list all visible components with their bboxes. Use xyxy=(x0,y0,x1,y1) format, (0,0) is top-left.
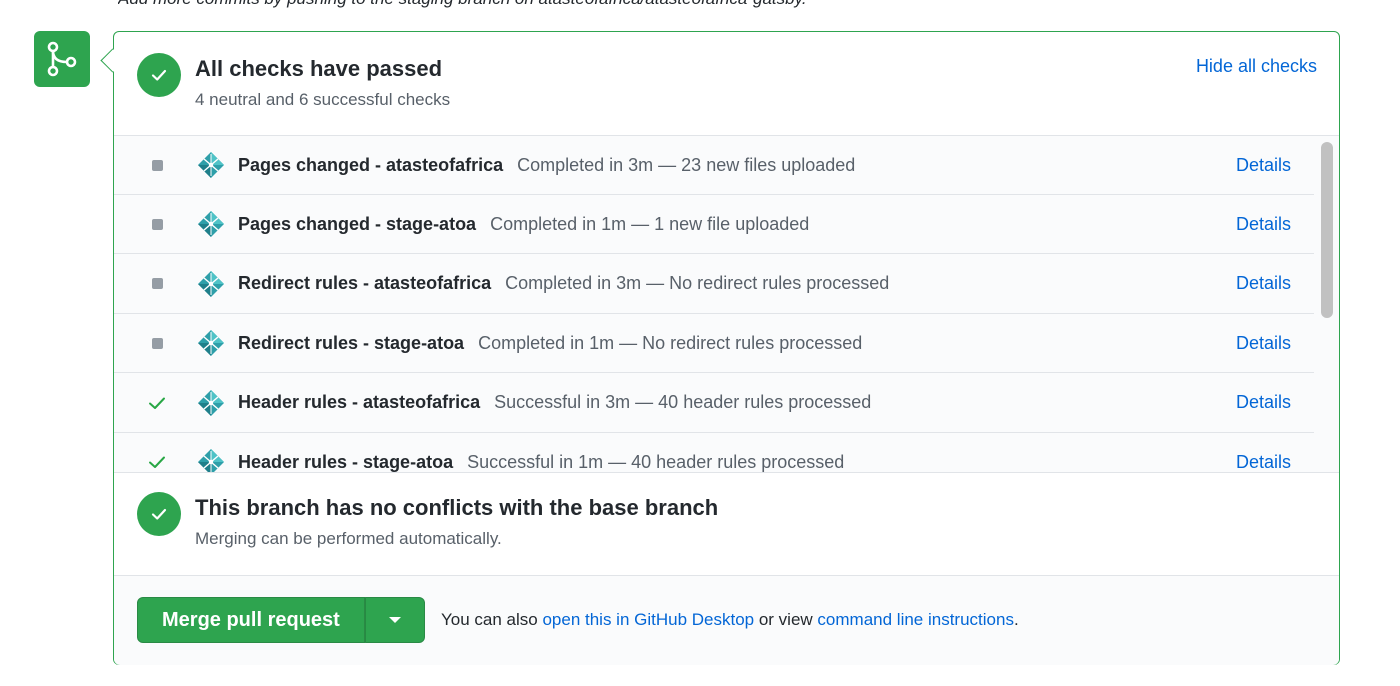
check-row: Redirect rules - stage-atoa Completed in … xyxy=(114,314,1314,374)
cut-off-top-text: Add more commits by pushing to the stagi… xyxy=(118,0,1378,9)
neutral-status-icon xyxy=(147,274,167,294)
git-merge-icon xyxy=(34,31,90,87)
check-name: Redirect rules - atasteofafrica xyxy=(238,273,492,294)
netlify-icon xyxy=(196,328,226,358)
merge-box: All checks have passed 4 neutral and 6 s… xyxy=(113,31,1340,665)
no-conflicts-icon xyxy=(137,492,181,536)
check-description: Completed in 3m — No redirect rules proc… xyxy=(505,273,890,294)
help-text-suffix: . xyxy=(1013,610,1019,629)
checks-subtitle: 4 neutral and 6 successful checks xyxy=(195,90,451,109)
neutral-status-icon xyxy=(147,214,167,234)
check-row: Header rules - atasteofafrica Successful … xyxy=(114,373,1314,433)
success-check-icon xyxy=(147,393,167,413)
check-row: Pages changed - stage-atoa Completed in 1… xyxy=(114,195,1314,255)
check-name: Header rules - atasteofafrica xyxy=(238,392,481,413)
help-text-middle: or view xyxy=(754,610,818,629)
neutral-status-icon xyxy=(147,333,167,353)
check-description: Successful in 1m — 40 header rules proce… xyxy=(467,451,845,472)
check-text: Header rules - stage-atoa Successful in 1… xyxy=(238,452,844,473)
netlify-icon xyxy=(196,209,226,239)
netlify-icon xyxy=(196,388,226,418)
details-link[interactable]: Details xyxy=(1236,214,1291,235)
check-text: Pages changed - atasteofafrica Completed … xyxy=(238,155,855,176)
check-text: Header rules - atasteofafrica Successful … xyxy=(238,392,871,413)
caret-down-icon xyxy=(388,617,401,623)
scrollbar-thumb[interactable] xyxy=(1321,142,1333,318)
details-link[interactable]: Details xyxy=(1236,273,1291,294)
checks-title: All checks have passed xyxy=(195,56,443,81)
conflicts-title: This branch has no conflicts with the ba… xyxy=(195,495,719,520)
details-link[interactable]: Details xyxy=(1236,392,1291,413)
netlify-icon xyxy=(196,447,226,472)
netlify-icon xyxy=(196,150,226,180)
check-description: Completed in 1m — 1 new file uploaded xyxy=(490,213,810,234)
details-link[interactable]: Details xyxy=(1236,452,1291,473)
merge-options-dropdown[interactable] xyxy=(364,597,425,643)
check-name: Redirect rules - stage-atoa xyxy=(238,332,465,353)
netlify-icon xyxy=(196,269,226,299)
checks-list[interactable]: Pages changed - atasteofafrica Completed … xyxy=(114,135,1339,473)
checks-scrollbar[interactable] xyxy=(1315,136,1339,472)
conflicts-subtitle: Merging can be performed automatically. xyxy=(195,529,502,548)
neutral-status-icon xyxy=(147,155,167,175)
check-row: Header rules - stage-atoa Successful in 1… xyxy=(114,433,1314,473)
merge-help-text: You can also open this in GitHub Desktop… xyxy=(441,610,1019,630)
success-check-icon xyxy=(147,452,167,472)
check-text: Redirect rules - stage-atoa Completed in … xyxy=(238,333,862,354)
check-description: Successful in 3m — 40 header rules proce… xyxy=(494,392,872,413)
check-description: Completed in 3m — 23 new files uploaded xyxy=(517,154,856,175)
check-text: Redirect rules - atasteofafrica Completed… xyxy=(238,273,889,294)
merge-button-group: Merge pull request xyxy=(137,597,425,643)
check-row: Redirect rules - atasteofafrica Completed… xyxy=(114,254,1314,314)
check-name: Header rules - stage-atoa xyxy=(238,451,454,472)
checks-passed-icon xyxy=(137,53,181,97)
check-name: Pages changed - stage-atoa xyxy=(238,213,477,234)
check-description: Completed in 1m — No redirect rules proc… xyxy=(478,332,863,353)
details-link[interactable]: Details xyxy=(1236,155,1291,176)
hide-all-checks-link[interactable]: Hide all checks xyxy=(1196,56,1317,77)
merge-footer: Merge pull request You can also open thi… xyxy=(114,575,1339,665)
open-github-desktop-link[interactable]: open this in GitHub Desktop xyxy=(542,610,754,629)
command-line-instructions-link[interactable]: command line instructions xyxy=(817,610,1014,629)
check-text: Pages changed - stage-atoa Completed in 1… xyxy=(238,214,809,235)
merge-pull-request-button[interactable]: Merge pull request xyxy=(137,597,365,643)
help-text-prefix: You can also xyxy=(441,610,543,629)
check-row: Pages changed - atasteofafrica Completed … xyxy=(114,136,1314,195)
details-link[interactable]: Details xyxy=(1236,333,1291,354)
check-name: Pages changed - atasteofafrica xyxy=(238,154,504,175)
